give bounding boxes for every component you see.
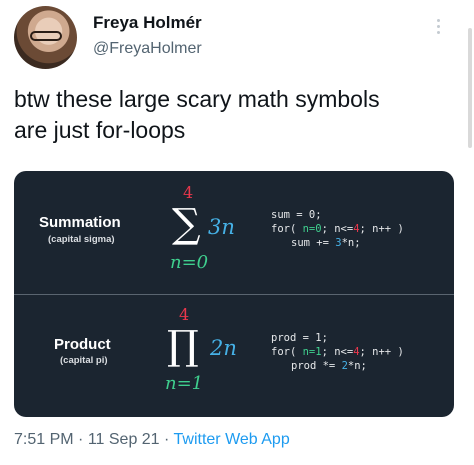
source-app-link[interactable]: Twitter Web App bbox=[174, 431, 290, 448]
sigma-symbol: ∑ bbox=[172, 201, 201, 247]
separator: · bbox=[159, 431, 174, 448]
product-code: prod = 1; for( n=1; n<=4; n++ ) prod *= 2*… bbox=[271, 331, 404, 373]
divider bbox=[14, 294, 454, 295]
product-term: 2n bbox=[210, 336, 237, 360]
tweet-metadata: 7:51 PM · 11 Sep 21 · Twitter Web App bbox=[14, 431, 290, 449]
tweet-text: btw these large scary math symbols are j… bbox=[14, 84, 454, 146]
tweet-text-line-2: are just for-loops bbox=[14, 117, 186, 143]
code-text: *n; bbox=[347, 360, 367, 372]
pi-symbol: ∏ bbox=[167, 323, 199, 369]
more-vertical-icon[interactable] bbox=[426, 14, 450, 38]
code-line: prod *= 2*n; bbox=[271, 359, 404, 373]
tweet-date[interactable]: 11 Sep 21 bbox=[88, 431, 160, 448]
summation-title: Summation bbox=[39, 214, 121, 231]
summation-subtitle: (capital sigma) bbox=[48, 234, 115, 245]
code-line: sum += 3*n; bbox=[271, 236, 404, 250]
product-lower-bound: n=1 bbox=[165, 373, 204, 394]
display-name[interactable]: Freya Holmér bbox=[93, 13, 202, 33]
product-title: Product bbox=[54, 336, 111, 353]
code-text: for( bbox=[271, 346, 303, 358]
code-text: ; n<= bbox=[321, 346, 354, 358]
code-init: n=1 bbox=[302, 346, 322, 358]
avatar[interactable] bbox=[14, 6, 77, 69]
scrollbar[interactable] bbox=[468, 28, 472, 148]
code-line: for( n=1; n<=4; n++ ) bbox=[271, 345, 404, 359]
product-upper-bound: 4 bbox=[179, 305, 190, 324]
user-handle[interactable]: @FreyaHolmer bbox=[93, 40, 202, 58]
code-line: prod = 1; bbox=[271, 332, 328, 344]
summation-lower-bound: n=0 bbox=[170, 252, 209, 273]
code-text: for( bbox=[271, 223, 303, 235]
code-init: n=0 bbox=[302, 223, 322, 235]
separator: · bbox=[73, 431, 88, 448]
summation-code: sum = 0; for( n=0; n<=4; n++ ) sum += 3*n; bbox=[271, 208, 404, 250]
glasses-shape bbox=[30, 31, 62, 41]
code-line: sum = 0; bbox=[271, 209, 322, 221]
code-text: *n; bbox=[341, 237, 361, 249]
product-subtitle: (capital pi) bbox=[60, 355, 108, 366]
code-text: sum += bbox=[291, 237, 336, 249]
code-text: ; n++ ) bbox=[359, 223, 404, 235]
code-text: ; n<= bbox=[321, 223, 354, 235]
code-text: ; n++ ) bbox=[359, 346, 404, 358]
summation-term: 3n bbox=[208, 215, 235, 239]
tweet-text-line-1: btw these large scary math symbols bbox=[14, 86, 380, 112]
code-text: prod *= bbox=[291, 360, 342, 372]
code-line: for( n=0; n<=4; n++ ) bbox=[271, 222, 404, 236]
tweet-time[interactable]: 7:51 PM bbox=[14, 431, 74, 448]
image-card[interactable]: Summation (capital sigma) 4 ∑ 3n n=0 sum… bbox=[14, 171, 454, 417]
summation-upper-bound: 4 bbox=[183, 183, 194, 202]
